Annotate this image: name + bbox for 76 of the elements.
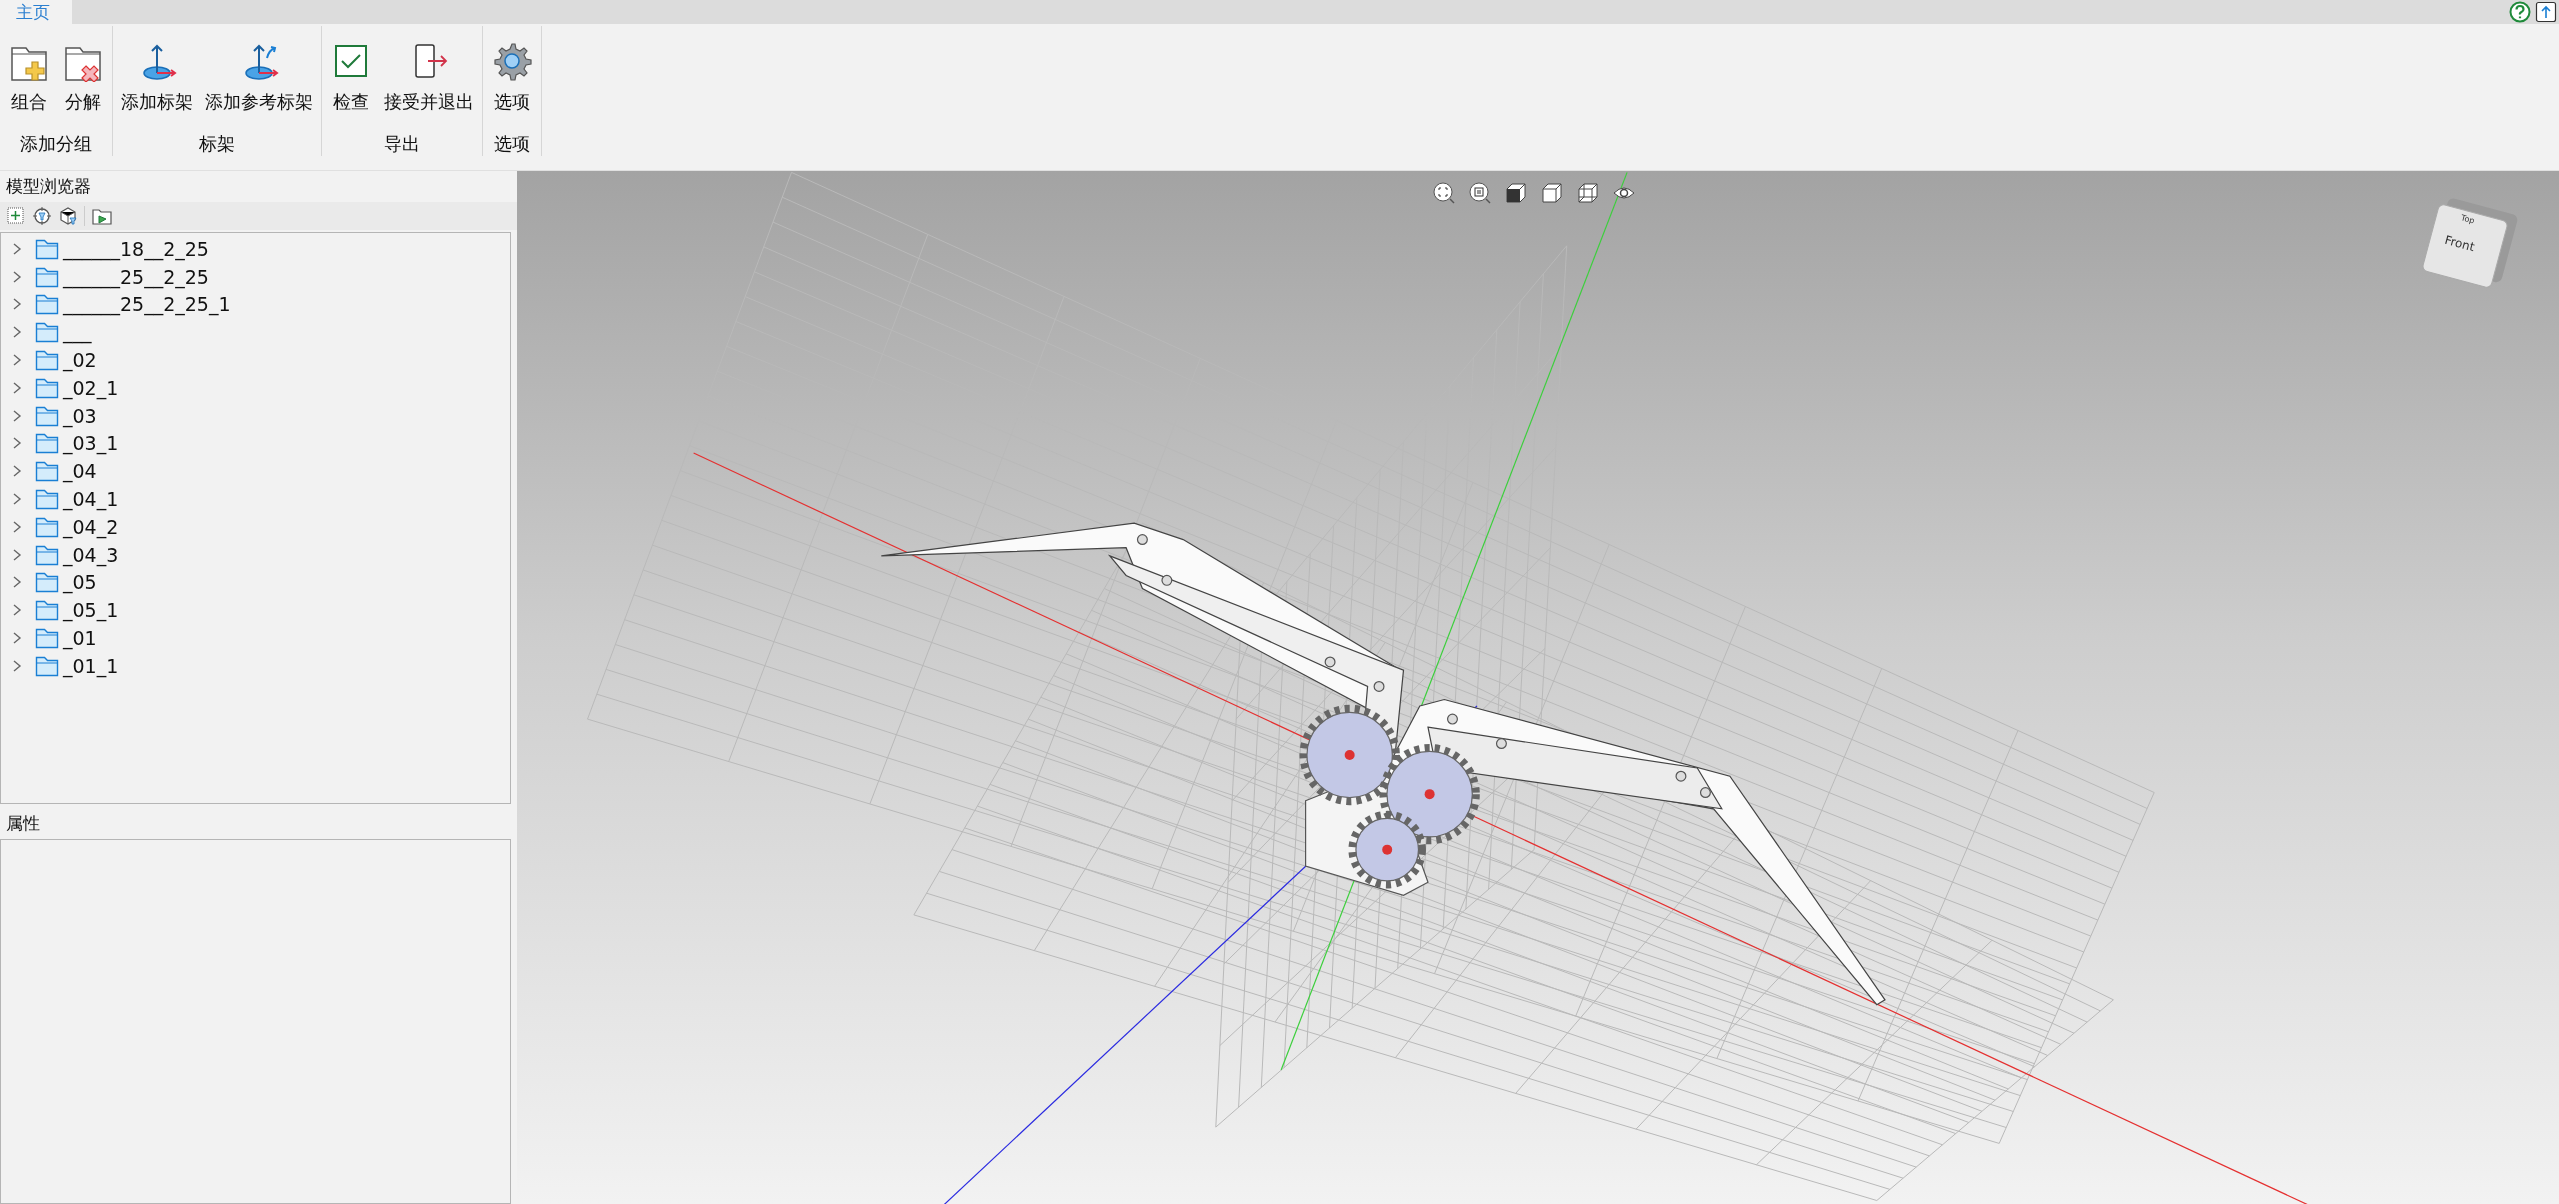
chevron-icon[interactable] bbox=[11, 519, 23, 534]
chevron-icon[interactable] bbox=[11, 575, 23, 590]
folder-icon bbox=[35, 543, 59, 566]
tree-item[interactable]: _05 bbox=[63, 571, 97, 594]
ribbon-button[interactable]: 添加标架 bbox=[117, 26, 197, 132]
chevron-icon[interactable] bbox=[11, 436, 23, 451]
tree-item[interactable]: _01_1 bbox=[63, 654, 119, 677]
help-icon[interactable] bbox=[2509, 1, 2531, 23]
chevron-icon[interactable] bbox=[11, 408, 23, 423]
folder-icon bbox=[35, 376, 59, 399]
tree-item[interactable]: _04_3 bbox=[63, 543, 119, 566]
tree-item[interactable]: ___ bbox=[63, 321, 92, 344]
zoom-fit-icon[interactable] bbox=[1432, 181, 1456, 205]
ribbon-button[interactable]: 组合 bbox=[4, 26, 54, 132]
settings-icon bbox=[491, 40, 533, 82]
cube-icon[interactable] bbox=[1540, 181, 1564, 205]
chevron-icon[interactable] bbox=[11, 241, 23, 256]
group-label: 选项 bbox=[493, 132, 531, 156]
chevron-icon[interactable] bbox=[11, 353, 23, 368]
tree-item[interactable]: ______18__2_25 bbox=[63, 237, 209, 260]
3d-viewport[interactable]: Top Front bbox=[517, 171, 2559, 1204]
group-label: 添加分组 bbox=[19, 132, 93, 156]
shaded-cube-icon[interactable] bbox=[1504, 181, 1528, 205]
tree-item[interactable]: ______25__2_25 bbox=[63, 265, 209, 288]
chevron-icon[interactable] bbox=[11, 380, 23, 395]
collapse-ribbon-icon[interactable] bbox=[2535, 1, 2557, 23]
filter-icon[interactable] bbox=[32, 206, 52, 226]
tree-item[interactable]: _04 bbox=[63, 460, 97, 483]
folder-icon bbox=[35, 349, 59, 372]
tree-item[interactable]: _02 bbox=[63, 349, 97, 372]
ribbon-button[interactable]: 选项 bbox=[487, 26, 537, 132]
chevron-icon[interactable] bbox=[11, 464, 23, 479]
chevron-icon[interactable] bbox=[11, 547, 23, 562]
ribbon-tab[interactable]: 主页 bbox=[0, 0, 72, 24]
folder-icon bbox=[35, 599, 59, 622]
tree-item[interactable]: _02_1 bbox=[63, 376, 119, 399]
folder-icon bbox=[35, 627, 59, 650]
cube-face-label: Front bbox=[2443, 232, 2477, 255]
folder-icon bbox=[35, 237, 59, 260]
folder-icon bbox=[35, 404, 59, 427]
chevron-icon[interactable] bbox=[11, 325, 23, 340]
chevron-icon[interactable] bbox=[11, 603, 23, 618]
tree-item[interactable]: ______25__2_25_1 bbox=[63, 293, 231, 316]
folder-icon bbox=[35, 654, 59, 677]
folder-icon bbox=[35, 488, 59, 511]
tree-item[interactable]: _01 bbox=[63, 627, 97, 650]
tree-item[interactable]: _05_1 bbox=[63, 599, 119, 622]
tree-item[interactable]: _04_1 bbox=[63, 488, 119, 511]
folder-icon bbox=[35, 571, 59, 594]
chevron-icon[interactable] bbox=[11, 658, 23, 673]
chevron-icon[interactable] bbox=[11, 631, 23, 646]
cube-face-label: Top bbox=[2460, 213, 2476, 226]
folder-export-icon[interactable] bbox=[91, 206, 113, 226]
folder-icon bbox=[35, 265, 59, 288]
folder-icon bbox=[35, 432, 59, 455]
tree-item[interactable]: _03 bbox=[63, 404, 97, 427]
folder-icon bbox=[35, 460, 59, 483]
group-label: 标架 bbox=[198, 132, 236, 156]
chevron-icon[interactable] bbox=[11, 492, 23, 507]
ribbon-button[interactable]: 检查 bbox=[326, 26, 376, 132]
folder-icon bbox=[35, 293, 59, 316]
cube-filter-icon[interactable] bbox=[58, 206, 78, 226]
chevron-icon[interactable] bbox=[11, 269, 23, 284]
chevron-icon[interactable] bbox=[11, 297, 23, 312]
ribbon-button[interactable]: 接受并退出 bbox=[380, 26, 478, 132]
zoom-selection-icon[interactable] bbox=[1468, 181, 1492, 205]
ribbon-button[interactable]: 分解 bbox=[58, 26, 108, 132]
folder-icon bbox=[35, 515, 59, 538]
folder-icon bbox=[35, 321, 59, 344]
tree-item[interactable]: _03_1 bbox=[63, 432, 119, 455]
tree-item[interactable]: _04_2 bbox=[63, 515, 119, 538]
expand-all-icon[interactable] bbox=[6, 206, 26, 226]
group-label: 导出 bbox=[383, 132, 421, 156]
wireframe-cube-icon[interactable] bbox=[1576, 181, 1600, 205]
ribbon-button[interactable]: 添加参考标架 bbox=[201, 26, 317, 132]
robot-arm-drawing[interactable] bbox=[880, 522, 1886, 1006]
